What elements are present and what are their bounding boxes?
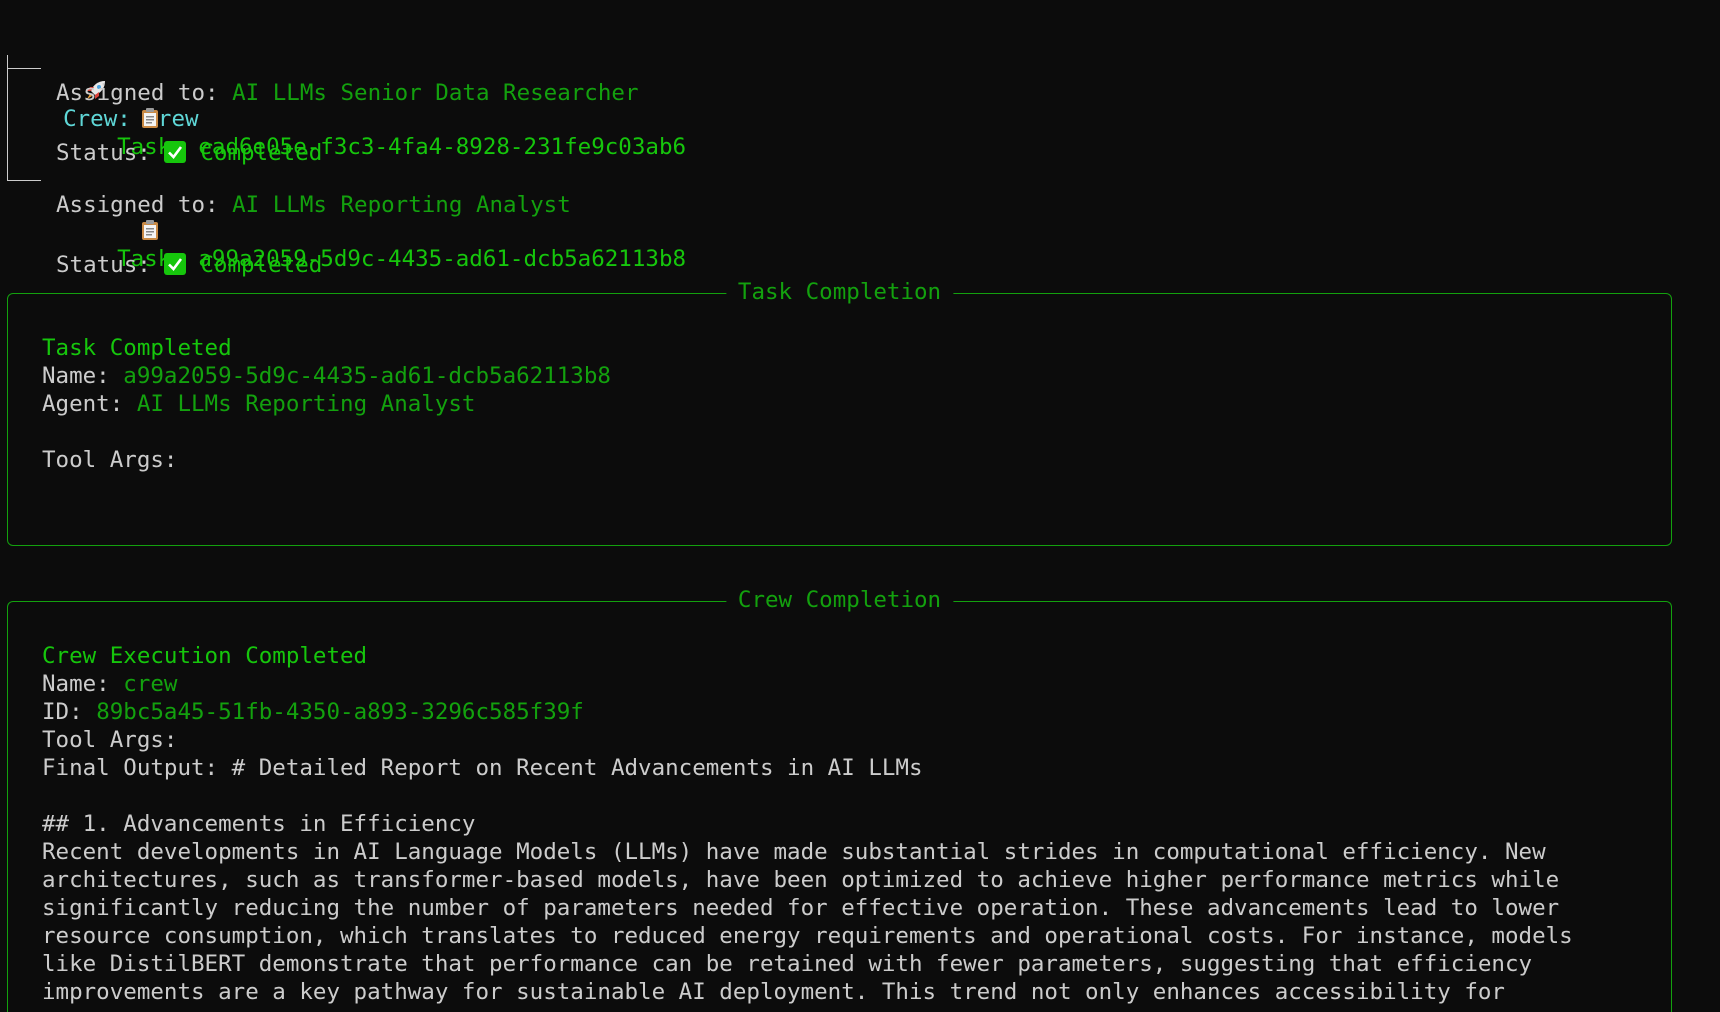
assigned-label: Assigned to:: [56, 80, 219, 106]
crew-id-row: ID: 89bc5a45-51fb-4350-a893-3296c585f39f: [42, 698, 584, 726]
task-agent-row: Agent: AI LLMs Reporting Analyst: [42, 390, 475, 418]
crew-header: Crew: crew: [4, 23, 199, 132]
body-line: architectures, such as transformer-based…: [42, 867, 1560, 893]
name-label: Name:: [42, 363, 110, 389]
status-label: Status:: [56, 252, 151, 278]
rocket-icon: [31, 51, 106, 99]
crew-name-value: crew: [123, 671, 178, 697]
body-line: resource consumption, which translates t…: [42, 923, 1573, 949]
task-row-1: Task: ead6e05e-f3c3-4fa4-8928-231fe9c03a…: [58, 51, 686, 160]
task-2-assigned: Assigned to: AI LLMs Reporting Analyst: [56, 191, 571, 219]
tree-connector-branch-2: [7, 180, 41, 181]
panel-title: Task Completion: [725, 278, 954, 306]
task-name-value: a99a2059-5d9c-4435-ad61-dcb5a62113b8: [123, 363, 611, 389]
check-icon: [164, 253, 187, 275]
tree-connector-vertical: [7, 55, 8, 180]
tool-args-label: Tool Args:: [42, 727, 178, 753]
assigned-agent: AI LLMs Senior Data Researcher: [232, 80, 639, 106]
check-icon: [164, 141, 187, 163]
assigned-agent: AI LLMs Reporting Analyst: [232, 192, 571, 218]
crew-execution-heading: Crew Execution Completed: [42, 643, 368, 669]
task-completed-heading: Task Completed: [42, 335, 232, 361]
panel-title: Crew Completion: [725, 586, 954, 614]
task-row-2: Task: a99a2059-5d9c-4435-ad61-dcb5a62113…: [58, 163, 686, 272]
agent-value: AI LLMs Reporting Analyst: [136, 391, 476, 417]
body-line: like DistilBERT demonstrate that perform…: [42, 951, 1533, 977]
tool-args-label: Tool Args:: [42, 447, 178, 473]
name-label: Name:: [42, 671, 110, 697]
tree-connector-branch-1: [7, 68, 41, 69]
task-completion-panel: Task Completion Task Completed Name: a99…: [7, 278, 1672, 546]
body-line: significantly reducing the number of par…: [42, 895, 1560, 921]
crew-completion-panel: Crew Completion Crew Execution Completed…: [7, 586, 1672, 1012]
status-value: Completed: [200, 252, 323, 278]
agent-label: Agent:: [42, 391, 124, 417]
section-heading: ## 1. Advancements in Efficiency: [42, 811, 476, 837]
assigned-label: Assigned to:: [56, 192, 219, 218]
task-1-assigned: Assigned to: AI LLMs Senior Data Researc…: [56, 79, 639, 107]
crew-name-row: Name: crew: [42, 670, 177, 698]
task-name-row: Name: a99a2059-5d9c-4435-ad61-dcb5a62113…: [42, 362, 611, 390]
crew-id-value: 89bc5a45-51fb-4350-a893-3296c585f39f: [96, 699, 584, 725]
task-2-status: Status: Completed: [56, 251, 322, 279]
body-line: improvements are a key pathway for susta…: [42, 979, 1505, 1005]
final-output-line: Final Output: # Detailed Report on Recen…: [42, 755, 923, 781]
id-label: ID:: [42, 699, 83, 725]
body-line: Recent developments in AI Language Model…: [42, 839, 1546, 865]
